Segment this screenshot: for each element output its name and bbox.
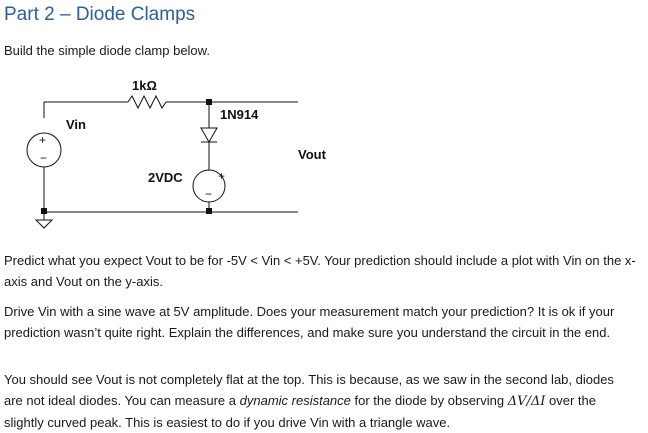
source-minus-sign: − bbox=[205, 187, 212, 201]
diode-icon bbox=[200, 127, 218, 144]
paragraph-dynamic-resistance: You should see Vout is not completely fl… bbox=[4, 369, 636, 433]
paragraph-prediction: Predict what you expect Vout to be for -… bbox=[4, 253, 636, 289]
dynamic-resistance-term: dynamic resistance bbox=[239, 393, 351, 408]
source-plus-sign: + bbox=[218, 169, 225, 183]
paragraph-text-part: for the diode by observing bbox=[350, 393, 508, 408]
resistor-icon bbox=[127, 94, 167, 110]
delta-v-over-delta-i: ΔV/ΔI bbox=[507, 394, 546, 409]
input-minus-sign: − bbox=[40, 151, 47, 165]
diode-label: 1N914 bbox=[220, 107, 259, 122]
output-label: Vout bbox=[298, 147, 327, 162]
ground-icon bbox=[34, 219, 54, 229]
section-heading: Part 2 – Diode Clamps bbox=[4, 4, 196, 25]
intro-text: Build the simple diode clamp below. bbox=[4, 43, 210, 58]
paragraph-measurement: Drive Vin with a sine wave at 5V amplitu… bbox=[4, 304, 615, 340]
input-label: Vin bbox=[66, 117, 86, 132]
source-label: 2VDC bbox=[148, 170, 183, 185]
input-plus-sign: + bbox=[39, 133, 46, 147]
resistor-label: 1kΩ bbox=[132, 78, 157, 93]
diode-clamp-schematic: + − + − 1kΩ 1N914 Vin 2VDC Vout bbox=[26, 78, 327, 229]
